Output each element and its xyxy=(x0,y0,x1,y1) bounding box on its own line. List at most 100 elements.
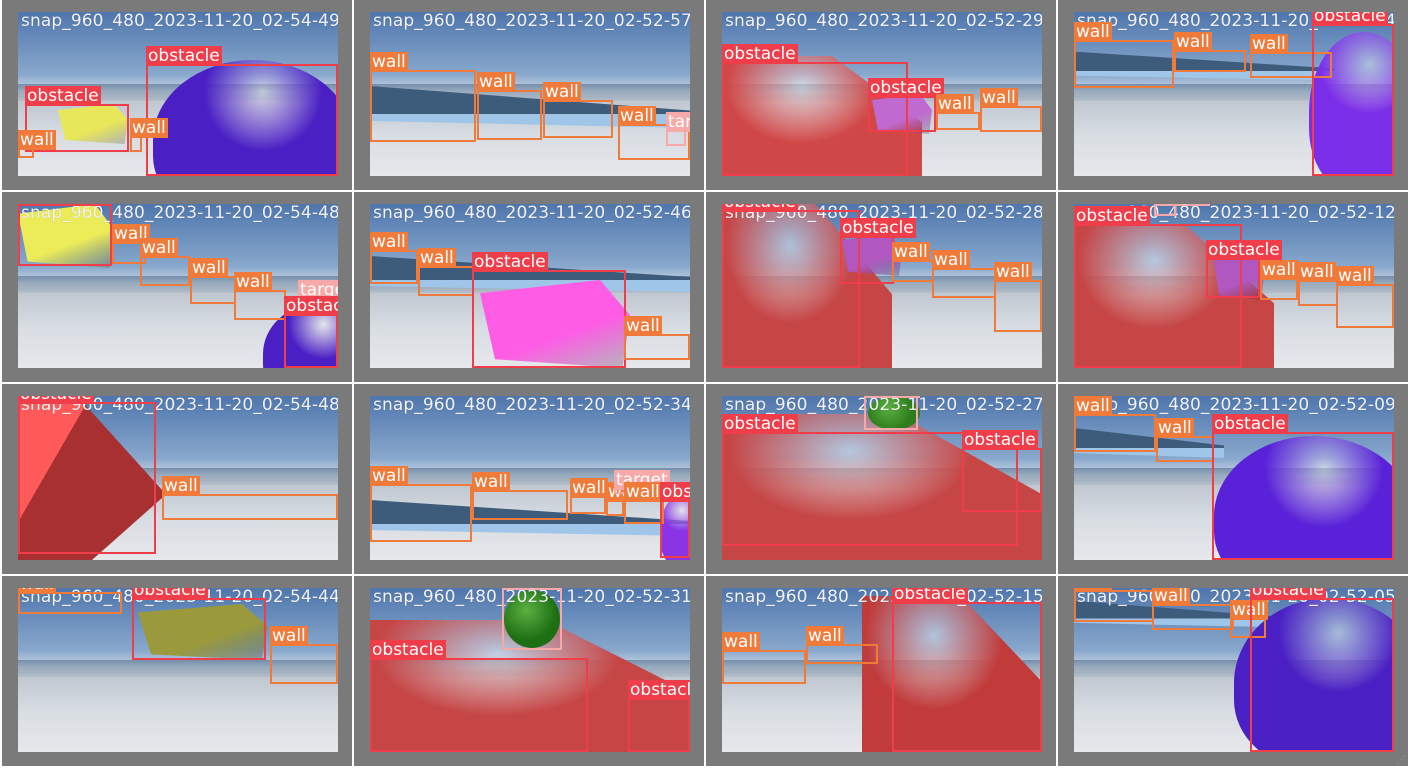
scene-image: snap_960_480_2023-11-20_02-52-09_5 wall wa… xyxy=(1074,396,1394,560)
wall-bbox: wall xyxy=(1074,588,1154,622)
target-bbox: target xyxy=(864,396,920,430)
wall-label: wall xyxy=(1298,262,1336,282)
target-bbox: target xyxy=(666,112,690,146)
wall-label: wall xyxy=(806,626,844,646)
obstacle-bbox: obstacle xyxy=(146,46,338,176)
wall-bbox: wall xyxy=(370,466,472,542)
obstacle-bbox: obstacle xyxy=(370,640,588,752)
wall-bbox: wall xyxy=(624,316,690,360)
scene-image: snap_960_480_2023-11-20_02-52-05_9 wall wa… xyxy=(1074,588,1394,752)
wall-label: wall xyxy=(140,238,178,258)
obstacle-bbox: obstacle xyxy=(840,218,916,284)
wall-label: wall xyxy=(270,626,308,646)
snapshot-panel: snap_960_480_2023-11-20_02-52-57_5 wall wa… xyxy=(354,0,704,190)
snapshot-panel: snap_960_480_2023-11-20_02-52-14_2 wall wa… xyxy=(1058,0,1408,190)
wall-label: wall xyxy=(1074,396,1112,416)
wall-bbox: wall xyxy=(806,626,878,664)
snapshot-panel: snap_960_480_2023-11-20_02-52-46_4 wall wa… xyxy=(354,192,704,382)
obstacle-bbox: obstacle xyxy=(18,204,112,266)
wall-label: wall xyxy=(892,242,930,262)
snapshot-panel: snap_960_480_2023-11-20_02-54-48_0obstac… xyxy=(2,192,352,382)
snapshot-filename: snap_960_480_2023-11-20_02-52-34_9 xyxy=(373,396,690,415)
scene-image: snap_960_480_2023-11-20_02-54-48_0obstac… xyxy=(18,204,338,368)
snapshot-panel: snap_960_480_2023-11-20_02-52-34_9 wall wa… xyxy=(354,384,704,574)
wall-label: wall xyxy=(477,72,515,92)
scene-image: snap_960_480_2023-11-20_02-52-29_7obstac… xyxy=(722,12,1042,176)
obstacle-bbox: obstacle xyxy=(472,252,626,368)
scene-image: snap_960_480_2023-11-20_02-52-46_4 wall wa… xyxy=(370,204,690,368)
snapshot-panel: snap_960_480_2023-11-20_02-52-27_3target… xyxy=(706,384,1056,574)
obstacle-label: obstacle xyxy=(962,430,1038,450)
wall-label: wall xyxy=(936,94,974,114)
wall-label: wall xyxy=(1074,22,1112,42)
obstacle-label: obstacle xyxy=(1074,206,1150,226)
obstacle-bbox: obstacle xyxy=(284,296,338,368)
wall-bbox: wall xyxy=(1174,32,1246,72)
obstacle-label: obstacle xyxy=(18,204,94,206)
scene-image: snap_960_480_2023-11-20_02-52-14_2 wall wa… xyxy=(1074,12,1394,176)
wall-label: wall xyxy=(994,262,1032,282)
scene-image: snap_960_480_2023-11-20_02-52-28_1 obstac… xyxy=(722,204,1042,368)
obstacle-bbox: obstacle xyxy=(1312,12,1394,176)
wall-bbox: wall xyxy=(370,52,476,142)
wall-bbox: wall xyxy=(994,262,1042,332)
snapshot-filename: snap_960_480_2023-11-20_02-52-29_7 xyxy=(725,12,1042,31)
snapshot-panel: snap_960_480_2023-11-20_02-52-31_7target… xyxy=(354,576,704,766)
obstacle-label: obstacle xyxy=(1250,588,1326,600)
wall-bbox: wall xyxy=(570,478,608,514)
wall-bbox: wall xyxy=(130,118,168,152)
wall-label: wall xyxy=(1250,34,1288,54)
wall-label: wall xyxy=(624,316,662,336)
wall-bbox: wall xyxy=(234,272,286,320)
wall-label: wall xyxy=(472,472,510,492)
wall-label: wall xyxy=(980,88,1018,108)
scene-image: snap_960_480_2023-11-20_02-52-12_6target… xyxy=(1074,204,1394,368)
obstacle-label: obstacle xyxy=(722,414,798,434)
snapshot-panel: snap_960_480_2023-11-20_02-52-28_1 obstac… xyxy=(706,192,1056,382)
target-label: target xyxy=(1154,204,1210,206)
target-bbox: target xyxy=(502,588,562,650)
obstacle-bbox: obstacle xyxy=(1212,414,1394,560)
scene-image: snap_960_480_2023-11-20_02-52-15_4 wall wa… xyxy=(722,588,1042,752)
wall-label: wall xyxy=(370,52,408,72)
wall-bbox: wall xyxy=(162,476,338,520)
scene-image: snap_960_480_2023-11-20_02-52-27_3target… xyxy=(722,396,1042,560)
obstacle-bbox: obstacle xyxy=(660,482,690,558)
wall-bbox: wall xyxy=(1298,262,1338,306)
target-label: target xyxy=(864,396,920,398)
obstacle-bbox: obstacle xyxy=(18,396,156,554)
wall-bbox: wall xyxy=(1152,588,1234,630)
wall-bbox: wall xyxy=(1074,396,1156,452)
wall-label: wall xyxy=(1260,260,1298,280)
obstacle-label: obstacle xyxy=(1212,414,1288,434)
wall-bbox: wall xyxy=(722,632,806,684)
obstacle-label: obstacle xyxy=(25,86,101,106)
wall-bbox: wall xyxy=(606,482,644,516)
snapshot-filename: snap_960_480_2023-11-20_02-52-46_4 xyxy=(373,204,690,223)
obstacle-label: obstacle xyxy=(892,588,968,604)
wall-bbox: wall xyxy=(18,588,122,614)
obstacle-label: obstacle xyxy=(628,680,690,700)
wall-bbox: wall xyxy=(624,482,664,524)
wall-label: wall xyxy=(618,106,656,126)
snapshot-panel: snap_960_480_2023-11-20_02-54-48_8obstac… xyxy=(2,384,352,574)
wall-label: wall xyxy=(1152,588,1190,606)
obstacle-label: obstacle xyxy=(1312,12,1388,26)
snapshot-filename: snap_960_480_2023-11-20_02-52-09_5 xyxy=(1077,396,1394,415)
wall-label: wall xyxy=(624,482,662,502)
wall-bbox: wall xyxy=(936,94,980,130)
obstacle-label: obstacle xyxy=(722,44,798,64)
target-label: target xyxy=(666,112,690,132)
wall-label: wall xyxy=(234,272,272,292)
wall-label: wall xyxy=(722,632,760,652)
scene-image: snap_960_480_2023-11-20_02-54-49_3 obstac… xyxy=(18,12,338,176)
wall-label: wall xyxy=(418,248,456,268)
wall-label: wall xyxy=(370,232,408,252)
obstacle-label: obstacle xyxy=(284,296,338,316)
obstacle-bbox: obstacle xyxy=(868,78,944,132)
wall-bbox: wall xyxy=(1336,266,1394,328)
wall-bbox: wall xyxy=(140,238,190,286)
scene-image: snap_960_480_2023-11-20_02-52-57_5 wall wa… xyxy=(370,12,690,176)
snapshot-panel: snap_960_480_2023-11-20_02-52-09_5 wall wa… xyxy=(1058,384,1408,574)
target-label: target xyxy=(502,588,558,590)
